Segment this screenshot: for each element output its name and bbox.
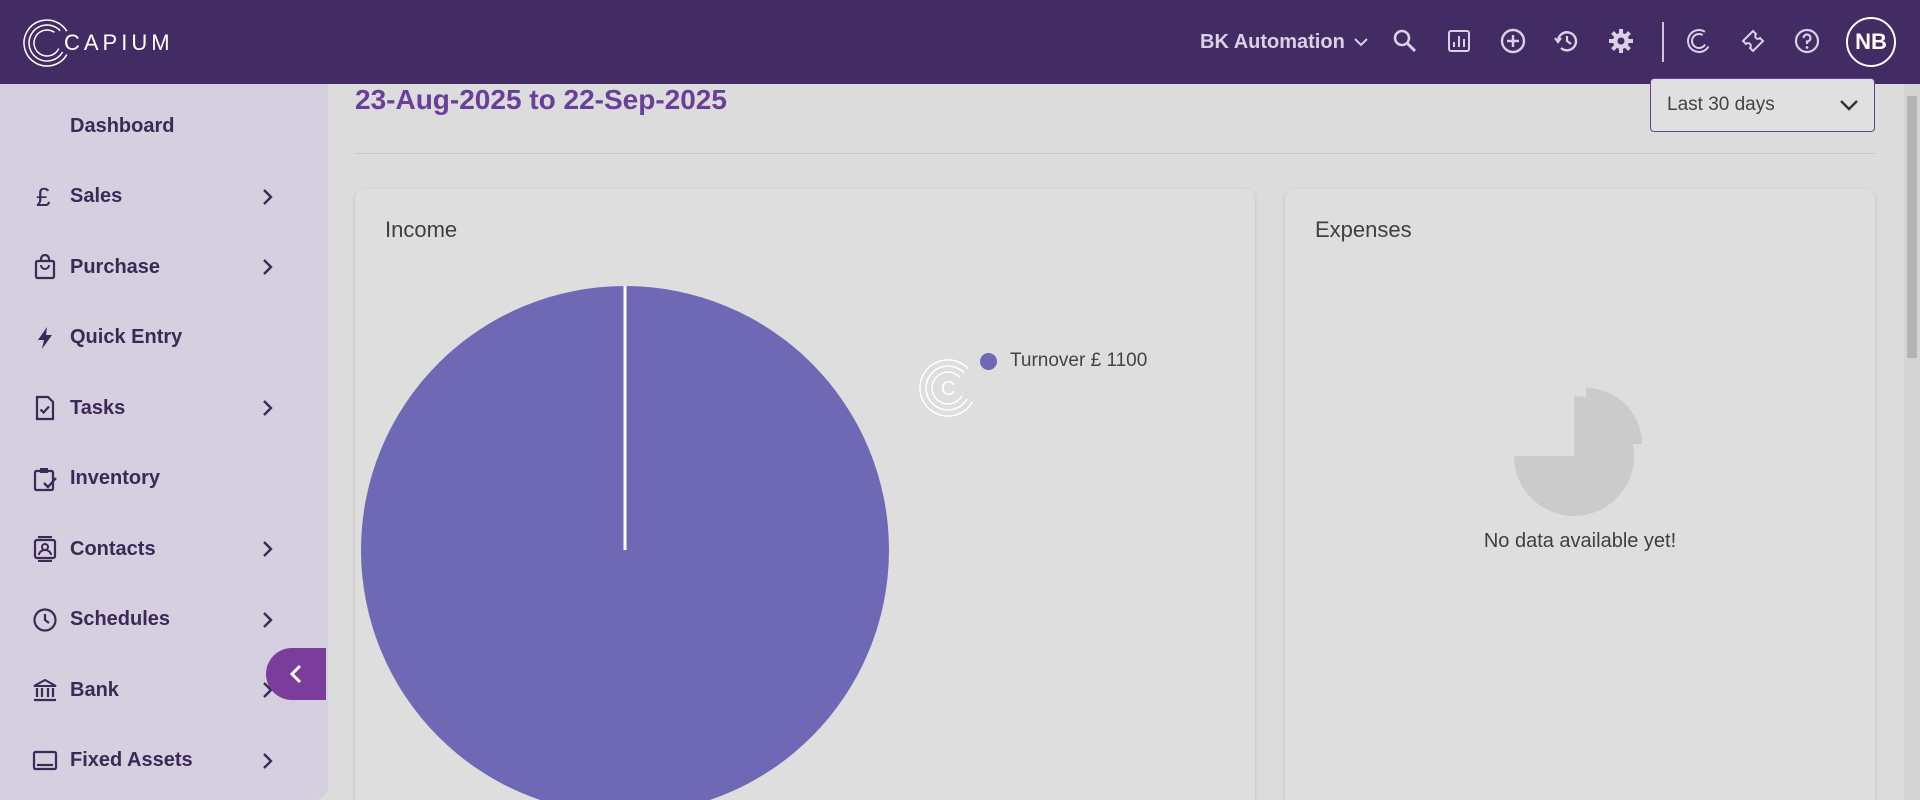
legend-dot-turnover (980, 352, 997, 370)
scrollbar-thumb[interactable] (1907, 96, 1917, 358)
empty-pie-icon (1514, 388, 1642, 516)
legend-label-turnover: Turnover £ 1100 (1010, 350, 1148, 371)
svg-text:C: C (941, 378, 955, 400)
collapse-sidebar-button[interactable] (266, 648, 326, 700)
scrollbar[interactable] (1904, 84, 1920, 800)
pie-legend[interactable]: Turnover £ 1100 (980, 350, 1147, 372)
no-data-text: No data available yet! (1483, 530, 1677, 552)
capium-watermark-icon: C (919, 359, 977, 417)
chevron-left-icon (289, 664, 302, 684)
expenses-title: Expenses (1315, 217, 1412, 242)
